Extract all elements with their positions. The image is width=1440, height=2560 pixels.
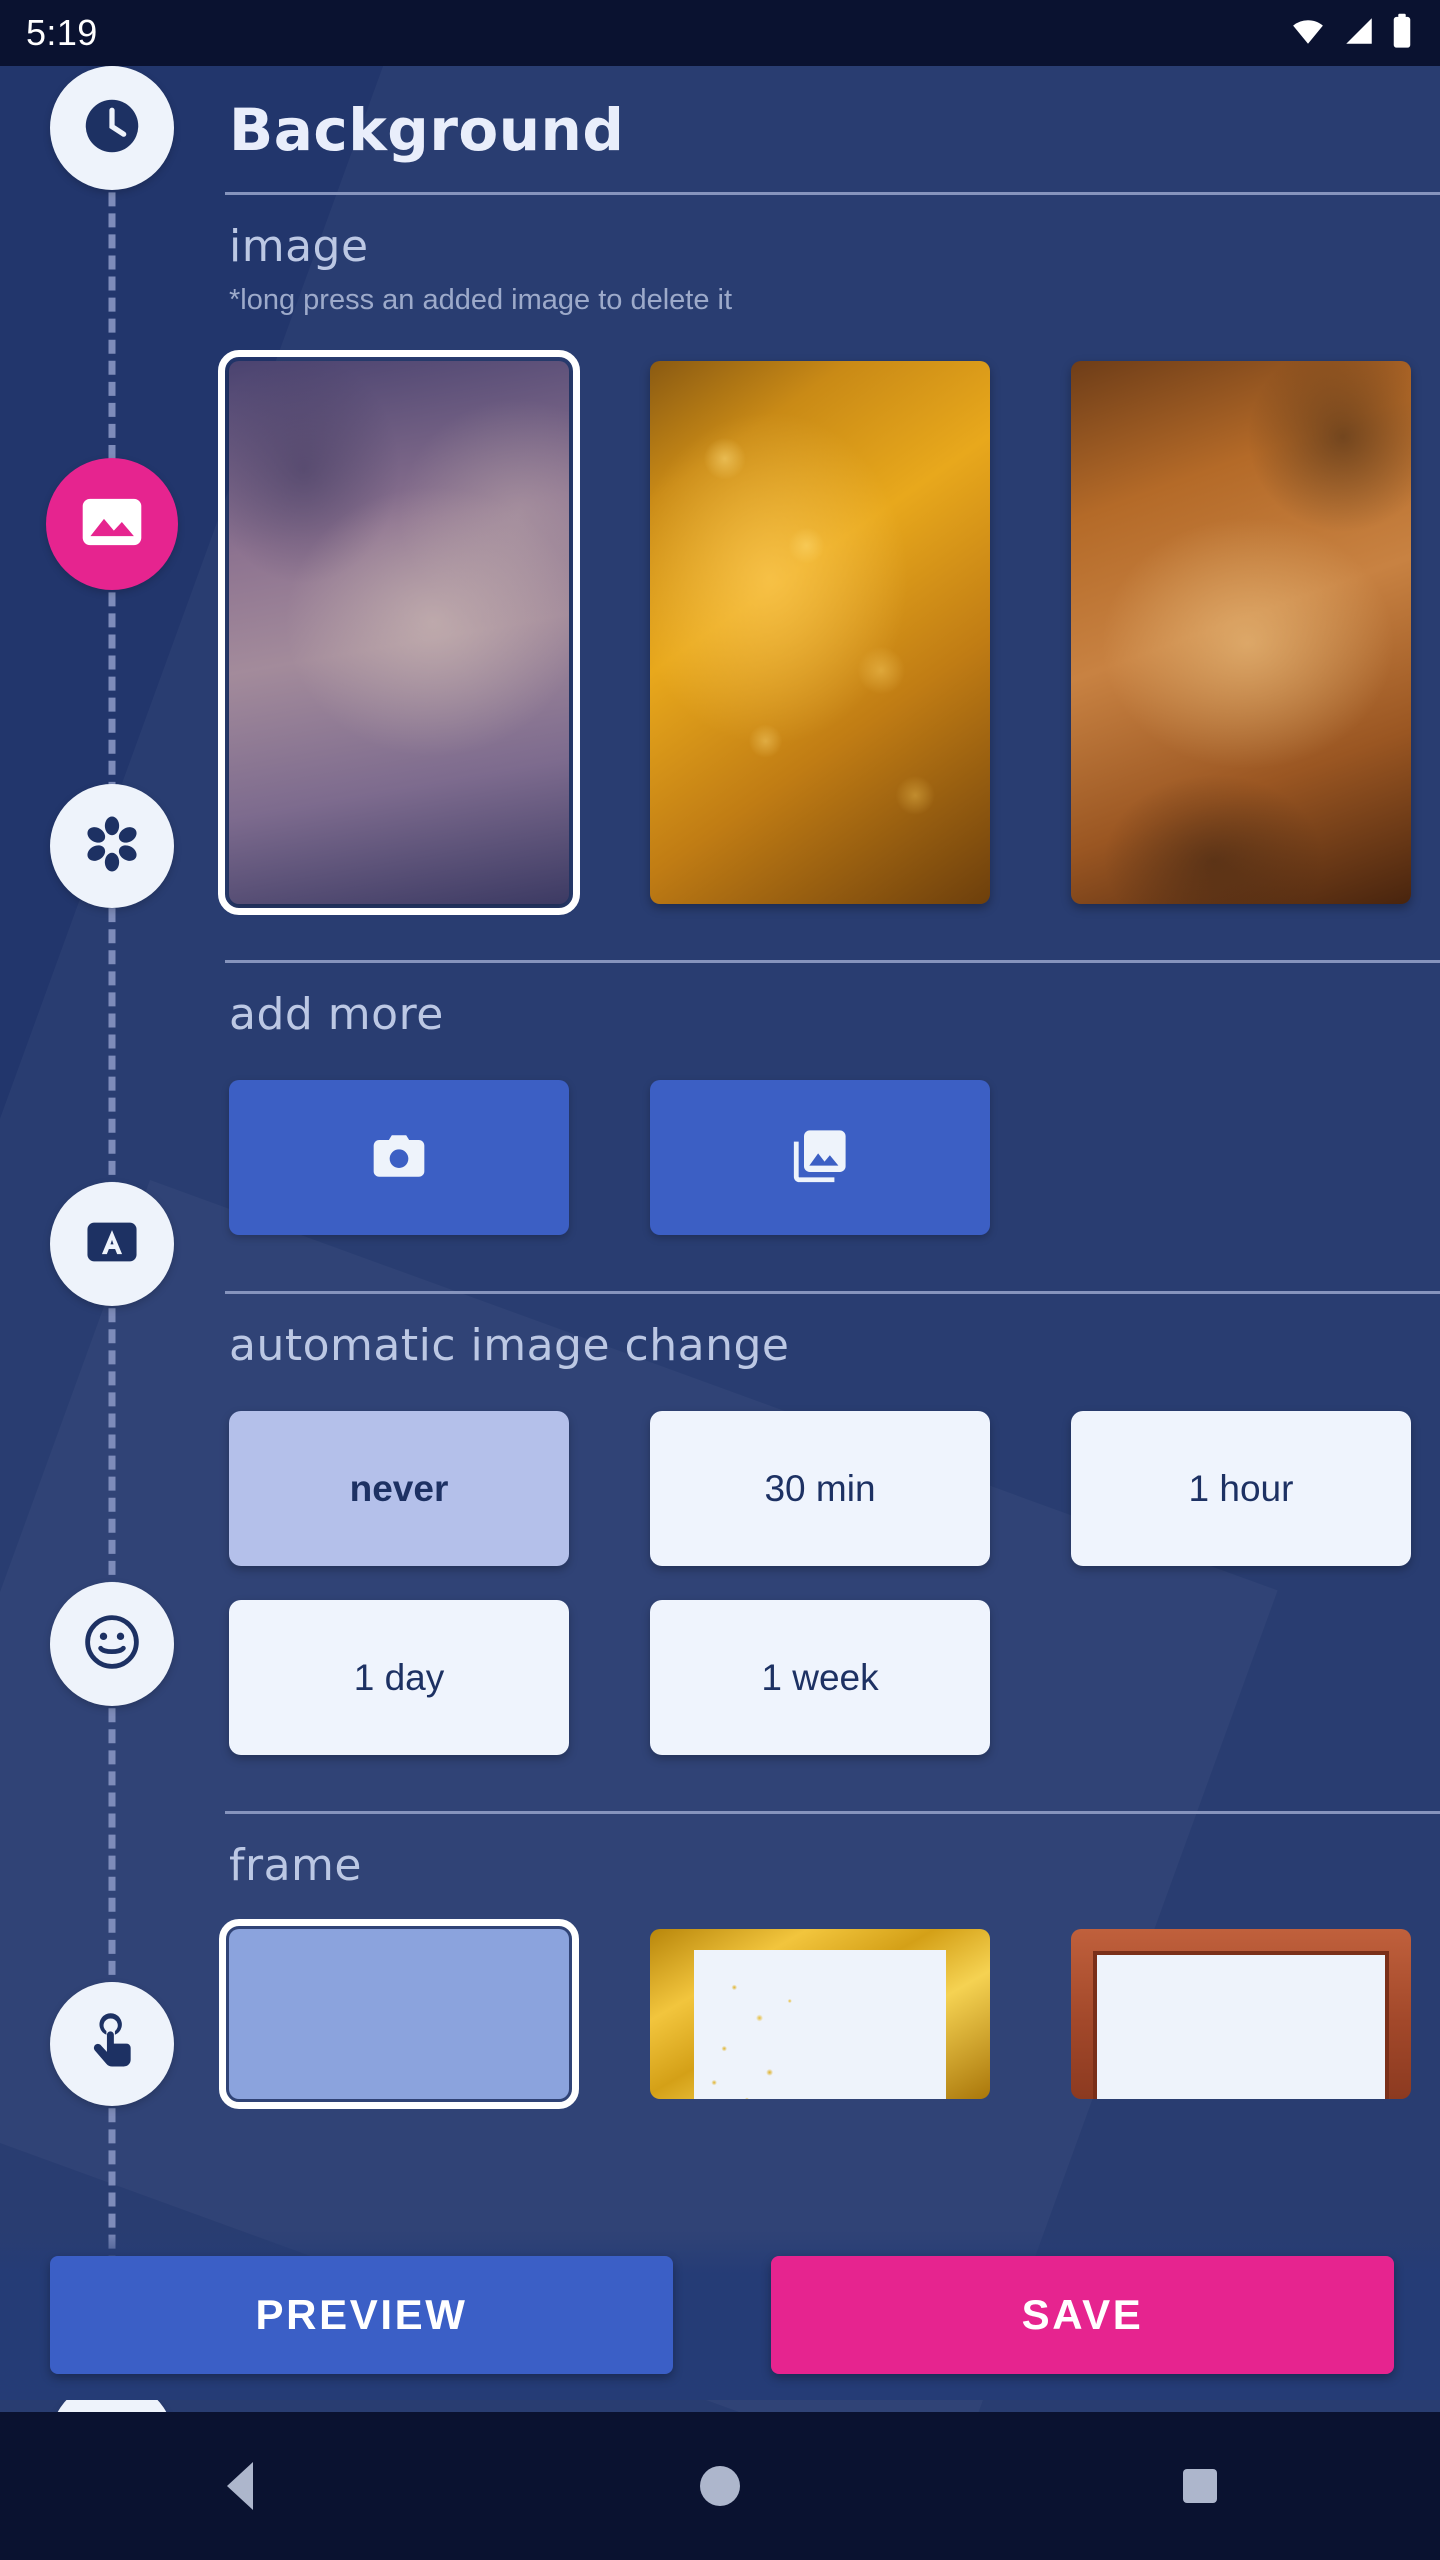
nav-recents-button[interactable] bbox=[1110, 2412, 1290, 2560]
battery-icon bbox=[1390, 13, 1414, 53]
image-section-note: *long press an added image to delete it bbox=[229, 284, 733, 316]
auto-change-option-1-day[interactable]: 1 day bbox=[229, 1600, 569, 1755]
image-thumb-1[interactable] bbox=[218, 350, 580, 915]
touch-gesture-icon bbox=[80, 2010, 144, 2078]
smiley-icon bbox=[78, 1608, 146, 1680]
sidebar-item-clock[interactable] bbox=[50, 66, 174, 190]
cellular-signal-icon bbox=[1341, 14, 1377, 52]
preview-button[interactable]: PREVIEW bbox=[50, 2256, 673, 2374]
frame-option-wood[interactable] bbox=[1071, 1929, 1411, 2099]
add-more-heading: add more bbox=[229, 989, 444, 1040]
image-thumbnail-row bbox=[218, 317, 1440, 915]
sidebar-item-decoration[interactable] bbox=[50, 784, 174, 908]
sidebar-item-font[interactable] bbox=[50, 1182, 174, 1306]
clock-icon bbox=[77, 91, 147, 165]
add-more-row bbox=[225, 1040, 1440, 1235]
frame-heading: frame bbox=[229, 1840, 362, 1891]
main-content: Background image *long press an added im… bbox=[218, 66, 1440, 2236]
add-from-gallery-button[interactable] bbox=[650, 1080, 990, 1235]
status-bar-icons bbox=[1288, 13, 1414, 53]
image-thumb-3[interactable] bbox=[1071, 361, 1411, 904]
android-navigation-bar bbox=[0, 2412, 1440, 2560]
auto-change-row-1: never 30 min 1 hour bbox=[225, 1371, 1440, 1566]
frame-option-none[interactable] bbox=[219, 1919, 579, 2109]
image-section-heading: image bbox=[229, 221, 369, 272]
back-icon bbox=[227, 2462, 253, 2510]
auto-change-option-1-week[interactable]: 1 week bbox=[650, 1600, 990, 1755]
home-icon bbox=[700, 2466, 740, 2506]
status-bar-clock: 5:19 bbox=[26, 12, 98, 53]
auto-change-option-30-min[interactable]: 30 min bbox=[650, 1411, 990, 1566]
nav-home-button[interactable] bbox=[630, 2412, 810, 2560]
sidebar-item-touch[interactable] bbox=[50, 1982, 174, 2106]
app-screen: 5:19 Background image *long press an add… bbox=[0, 0, 1440, 2560]
page-title: Background bbox=[229, 96, 625, 164]
frame-option-gold-glitter[interactable] bbox=[650, 1929, 990, 2099]
image-thumb-2[interactable] bbox=[650, 361, 990, 904]
sidebar-item-image[interactable] bbox=[46, 458, 178, 590]
photo-library-icon bbox=[788, 1124, 852, 1191]
sidebar-timeline bbox=[0, 66, 225, 2504]
status-bar: 5:19 bbox=[0, 0, 1440, 66]
nav-back-button[interactable] bbox=[150, 2412, 330, 2560]
camera-icon bbox=[367, 1124, 431, 1191]
action-bar: PREVIEW SAVE bbox=[0, 2230, 1440, 2400]
add-from-camera-button[interactable] bbox=[229, 1080, 569, 1235]
frame-wood-mat bbox=[1093, 1951, 1389, 2099]
auto-change-row-2: 1 day 1 week bbox=[225, 1566, 1440, 1755]
wifi-icon bbox=[1288, 14, 1328, 52]
sidebar-item-emoji[interactable] bbox=[50, 1582, 174, 1706]
font-a-icon bbox=[81, 1211, 143, 1277]
auto-change-option-1-hour[interactable]: 1 hour bbox=[1071, 1411, 1411, 1566]
flower-icon bbox=[79, 811, 145, 881]
auto-change-heading: automatic image change bbox=[229, 1320, 790, 1371]
image-icon bbox=[75, 485, 149, 563]
auto-change-option-never[interactable]: never bbox=[229, 1411, 569, 1566]
recents-icon bbox=[1183, 2469, 1217, 2503]
frame-row bbox=[219, 1891, 1440, 2109]
frame-gold-mat bbox=[694, 1950, 946, 2099]
save-button[interactable]: SAVE bbox=[771, 2256, 1394, 2374]
